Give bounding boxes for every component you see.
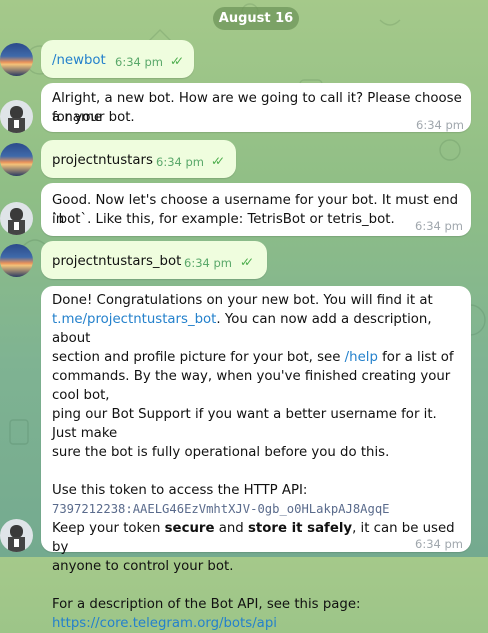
message-text-line: sure the bot is fully operational before… [52,445,390,460]
message-text-line: anyone to control your bot. [52,559,234,574]
message-outgoing[interactable]: projectntustars 6:34 pm ✓✓ [41,140,236,178]
message-time: 6:34 pm [416,118,464,132]
api-docs-link[interactable]: https://core.telegram.org/bots/api [52,616,277,631]
message-incoming-botfather[interactable]: Done! Congratulations on your new bot. Y… [41,286,471,631]
user-avatar[interactable] [0,244,33,277]
command-link[interactable]: /newbot [52,51,106,70]
message-text-line: For a description of the Bot API, see th… [52,597,361,612]
message-time: 6:34 pm [184,256,232,270]
message-text-line: Keep your token secure and store it safe… [52,521,455,555]
message-outgoing[interactable]: projectntustars_bot 6:34 pm ✓✓ [41,241,267,279]
api-token[interactable]: 7397212238:AAELG46EzVmhtXJV-0gb_o0HLakpA… [52,500,464,519]
help-link[interactable]: /help [345,350,378,365]
message-text-line: for your bot. [52,110,135,125]
message-text: projectntustars_bot [52,254,182,269]
bot-avatar-icon [8,525,25,552]
message-text-line: commands. By the way, when you've finish… [52,369,451,403]
message-text-line: Use this token to access the HTTP API: [52,483,308,498]
date-separator: August 16 [213,7,299,30]
message-text-line: `bot`. Like this, for example: TetrisBot… [52,212,395,227]
bot-avatar[interactable] [0,519,33,552]
bot-avatar-icon [8,208,25,235]
double-check-icon: ✓✓ [170,54,184,68]
user-avatar[interactable] [0,143,33,176]
message-incoming[interactable]: Good. Now let's choose a username for yo… [41,183,471,236]
message-time: 6:34 pm [115,55,163,69]
message-text-line: t.me/projectntustars_bot. You can now ad… [52,312,432,346]
bot-link[interactable]: t.me/projectntustars_bot [52,312,216,327]
double-check-icon: ✓✓ [211,154,225,168]
bot-avatar[interactable] [0,100,33,133]
message-time: 6:34 pm [415,537,463,551]
bot-avatar-icon [8,106,25,133]
double-check-icon: ✓✓ [240,255,254,269]
message-incoming[interactable]: Alright, a new bot. How are we going to … [41,83,471,132]
message-time: 6:34 pm [156,155,204,169]
message-text-line: Done! Congratulations on your new bot. Y… [52,293,433,308]
message-text-line: section and profile picture for your bot… [52,350,454,365]
message-text: projectntustars [52,153,153,168]
user-avatar[interactable] [0,43,33,76]
message-time: 6:34 pm [415,219,463,233]
message-outgoing[interactable]: /newbot 6:34 pm ✓✓ [41,40,194,78]
message-text-line: ping our Bot Support if you want a bette… [52,407,437,441]
bot-avatar[interactable] [0,202,33,235]
